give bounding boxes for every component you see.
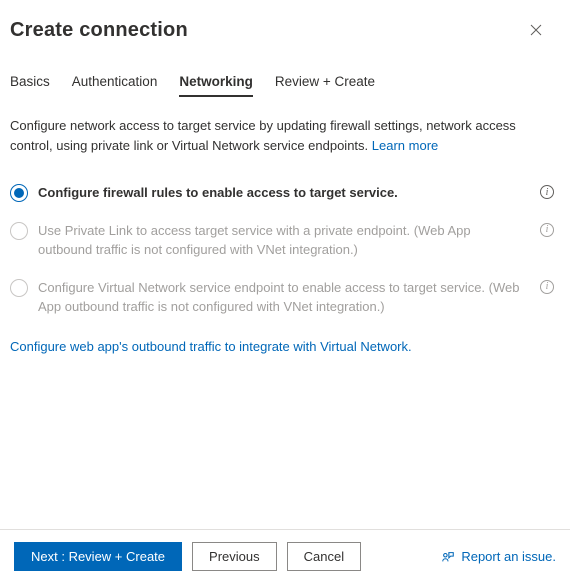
option-vnet-endpoint: Configure Virtual Network service endpoi… [10, 278, 554, 317]
previous-button[interactable]: Previous [192, 542, 277, 571]
radio-firewall[interactable] [10, 184, 28, 202]
next-button[interactable]: Next : Review + Create [14, 542, 182, 571]
learn-more-link[interactable]: Learn more [372, 138, 438, 153]
radio-vnet-endpoint [10, 279, 28, 297]
report-issue-link[interactable]: Report an issue. [441, 549, 556, 564]
radio-private-link [10, 222, 28, 240]
option-private-link: Use Private Link to access target servic… [10, 221, 554, 260]
option-private-link-label: Use Private Link to access target servic… [38, 221, 526, 260]
report-issue-label: Report an issue. [461, 549, 556, 564]
create-connection-panel: Create connection Basics Authentication … [0, 0, 570, 585]
option-firewall: Configure firewall rules to enable acces… [10, 183, 554, 203]
tab-content: Configure network access to target servi… [0, 98, 570, 529]
networking-options: Configure firewall rules to enable acces… [10, 183, 554, 317]
panel-title: Create connection [10, 19, 188, 42]
close-button[interactable] [520, 14, 552, 46]
tab-review-create[interactable]: Review + Create [275, 68, 375, 97]
info-icon[interactable]: i [540, 223, 554, 237]
configure-vnet-link[interactable]: Configure web app's outbound traffic to … [10, 339, 554, 354]
option-vnet-endpoint-label: Configure Virtual Network service endpoi… [38, 278, 526, 317]
panel-header: Create connection [0, 0, 570, 50]
tab-networking[interactable]: Networking [179, 68, 253, 97]
person-feedback-icon [441, 550, 455, 564]
description-body: Configure network access to target servi… [10, 118, 516, 153]
tab-bar: Basics Authentication Networking Review … [0, 50, 570, 98]
panel-footer: Next : Review + Create Previous Cancel R… [0, 529, 570, 585]
tab-basics[interactable]: Basics [10, 68, 50, 97]
tab-authentication[interactable]: Authentication [72, 68, 158, 97]
option-firewall-label: Configure firewall rules to enable acces… [38, 183, 526, 203]
info-icon[interactable]: i [540, 185, 554, 199]
cancel-button[interactable]: Cancel [287, 542, 361, 571]
close-icon [530, 24, 542, 36]
info-icon[interactable]: i [540, 280, 554, 294]
description-text: Configure network access to target servi… [10, 116, 554, 155]
